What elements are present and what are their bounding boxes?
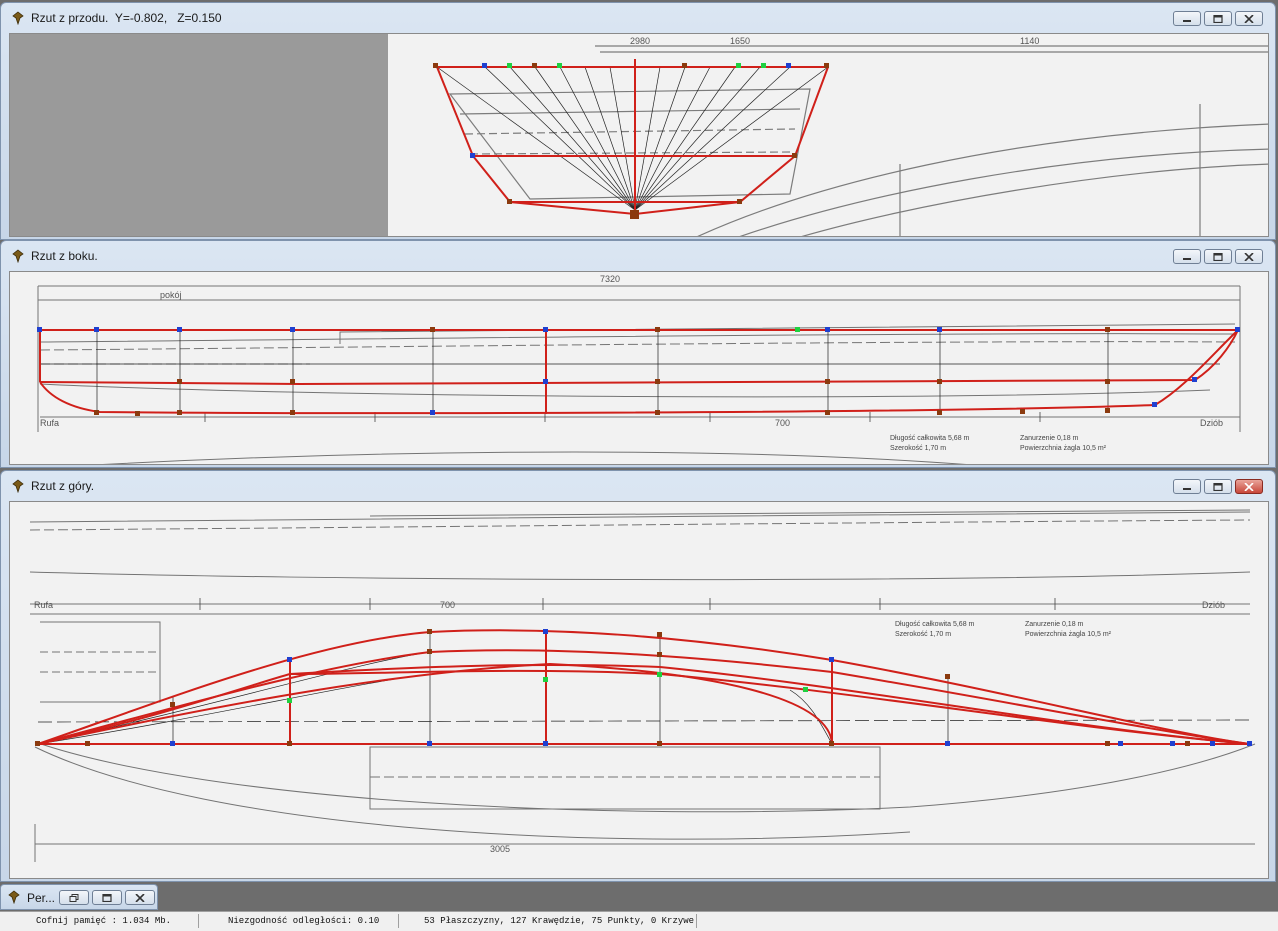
front-scan-label: 1650 (730, 36, 750, 46)
top-scan-label: Dziób (1202, 600, 1225, 610)
minimize-icon (1183, 487, 1191, 490)
close-icon (1244, 14, 1254, 23)
top-view-canvas[interactable]: Rufa Dziób 700 3005 Długość całkowita 5,… (9, 501, 1269, 879)
front-scan-label: 1140 (1020, 36, 1039, 46)
minimize-icon (1183, 257, 1191, 260)
close-button[interactable] (1235, 479, 1263, 494)
status-separator (198, 914, 199, 928)
pin-icon (12, 479, 24, 493)
side-legend-line: Szerokość 1,70 m (890, 445, 946, 452)
pin-icon (8, 890, 20, 904)
top-scan-label: Rufa (34, 600, 53, 610)
side-scan-label: 7320 (600, 274, 620, 284)
side-scan-label: Dziób (1200, 418, 1223, 428)
status-counts: 53 Płaszczyzny, 127 Krawędzie, 75 Punkty… (424, 916, 695, 926)
close-icon (1244, 252, 1254, 261)
minimize-icon (1183, 19, 1191, 22)
minimized-window-title: Per... (27, 891, 56, 905)
minimize-button[interactable] (1173, 11, 1201, 26)
minimize-button[interactable] (1173, 249, 1201, 264)
pin-icon (12, 249, 24, 263)
minimize-button[interactable] (1173, 479, 1201, 494)
maximize-button[interactable] (1204, 479, 1232, 494)
close-icon (135, 893, 145, 902)
front-view-window[interactable]: Rzut z przodu. Y=-0.802, Z=0.150 2980 16… (0, 2, 1276, 240)
maximize-icon (1213, 252, 1223, 261)
side-view-titlebar[interactable]: Rzut z boku. (1, 241, 1275, 271)
front-view-canvas[interactable]: 2980 1650 1140 (9, 33, 1269, 237)
restore-icon (69, 893, 79, 902)
top-scan-label: 3005 (490, 844, 510, 854)
close-icon (1244, 482, 1254, 491)
top-legend-line: Powierzchnia żagla 10,5 m² (1025, 631, 1112, 638)
side-legend-line: Powierzchnia żagla 10,5 m² (1020, 445, 1107, 452)
status-bar: Cofnij pamięć : 1.034 Mb. Niezgodność od… (0, 911, 1278, 931)
front-view-title: Rzut z przodu. Y=-0.802, Z=0.150 (31, 11, 222, 25)
maximize-button[interactable] (1204, 11, 1232, 26)
side-view-window[interactable]: Rzut z boku. 7320 pokój Rufa Dziób 700 D… (0, 240, 1276, 468)
maximize-icon (102, 893, 112, 902)
top-legend-line: Szerokość 1,70 m (895, 631, 951, 638)
top-view-title: Rzut z góry. (31, 479, 95, 493)
side-scan-label: 700 (775, 418, 790, 428)
maximize-icon (1213, 14, 1223, 23)
restore-button[interactable] (59, 890, 89, 905)
status-distance: Niezgodność odległości: 0.10 (228, 916, 380, 926)
close-button[interactable] (1235, 249, 1263, 264)
front-scan-label: 2980 (630, 36, 650, 46)
top-view-titlebar[interactable]: Rzut z góry. (1, 471, 1275, 501)
top-legend-line: Zanurzenie 0,18 m (1025, 621, 1084, 628)
close-button[interactable] (125, 890, 155, 905)
maximize-button[interactable] (92, 890, 122, 905)
close-button[interactable] (1235, 11, 1263, 26)
top-scan-label: 700 (440, 600, 455, 610)
top-view-window[interactable]: Rzut z góry. Rufa Dziób 700 3005 Długość… (0, 470, 1276, 882)
front-view-titlebar[interactable]: Rzut z przodu. Y=-0.802, Z=0.150 (1, 3, 1275, 33)
minimized-window-perspective[interactable]: Per... (0, 884, 158, 910)
status-memory: Cofnij pamięć : 1.034 Mb. (36, 916, 172, 926)
side-scan-label: Rufa (40, 418, 59, 428)
status-separator (696, 914, 697, 928)
side-view-canvas[interactable]: 7320 pokój Rufa Dziób 700 Długość całkow… (9, 271, 1269, 465)
maximize-icon (1213, 482, 1223, 491)
maximize-button[interactable] (1204, 249, 1232, 264)
side-scan-label: pokój (160, 290, 182, 300)
status-separator (398, 914, 399, 928)
pin-icon (12, 11, 24, 25)
top-legend-line: Długość całkowita 5,68 m (895, 621, 975, 628)
side-view-title: Rzut z boku. (31, 249, 98, 263)
side-legend-line: Zanurzenie 0,18 m (1020, 435, 1079, 442)
side-legend-line: Długość całkowita 5,68 m (890, 435, 970, 442)
